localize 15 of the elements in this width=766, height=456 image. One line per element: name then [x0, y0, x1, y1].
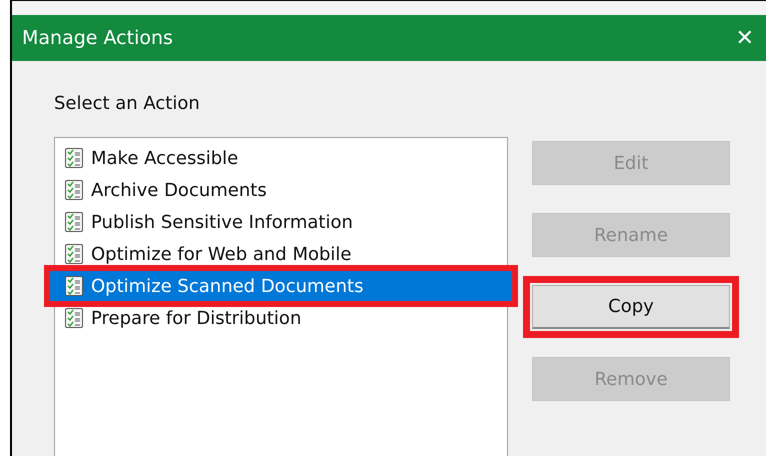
window-title: Manage Actions [22, 27, 173, 49]
action-item[interactable]: Prepare for Distribution [63, 302, 507, 334]
checklist-icon [65, 148, 83, 168]
action-item[interactable]: Make Accessible [63, 142, 507, 174]
checklist-icon [65, 244, 83, 264]
action-item[interactable]: Optimize Scanned Documents [49, 270, 513, 302]
checklist-icon [65, 180, 83, 200]
action-item[interactable]: Optimize for Web and Mobile [63, 238, 507, 270]
checklist-icon [65, 276, 83, 296]
checklist-icon [65, 308, 83, 328]
section-label: Select an Action [54, 93, 201, 114]
action-item[interactable]: Publish Sensitive Information [63, 206, 507, 238]
close-button[interactable]: ✕ [732, 26, 758, 50]
action-item[interactable]: Archive Documents [63, 174, 507, 206]
checklist-icon [65, 212, 83, 232]
